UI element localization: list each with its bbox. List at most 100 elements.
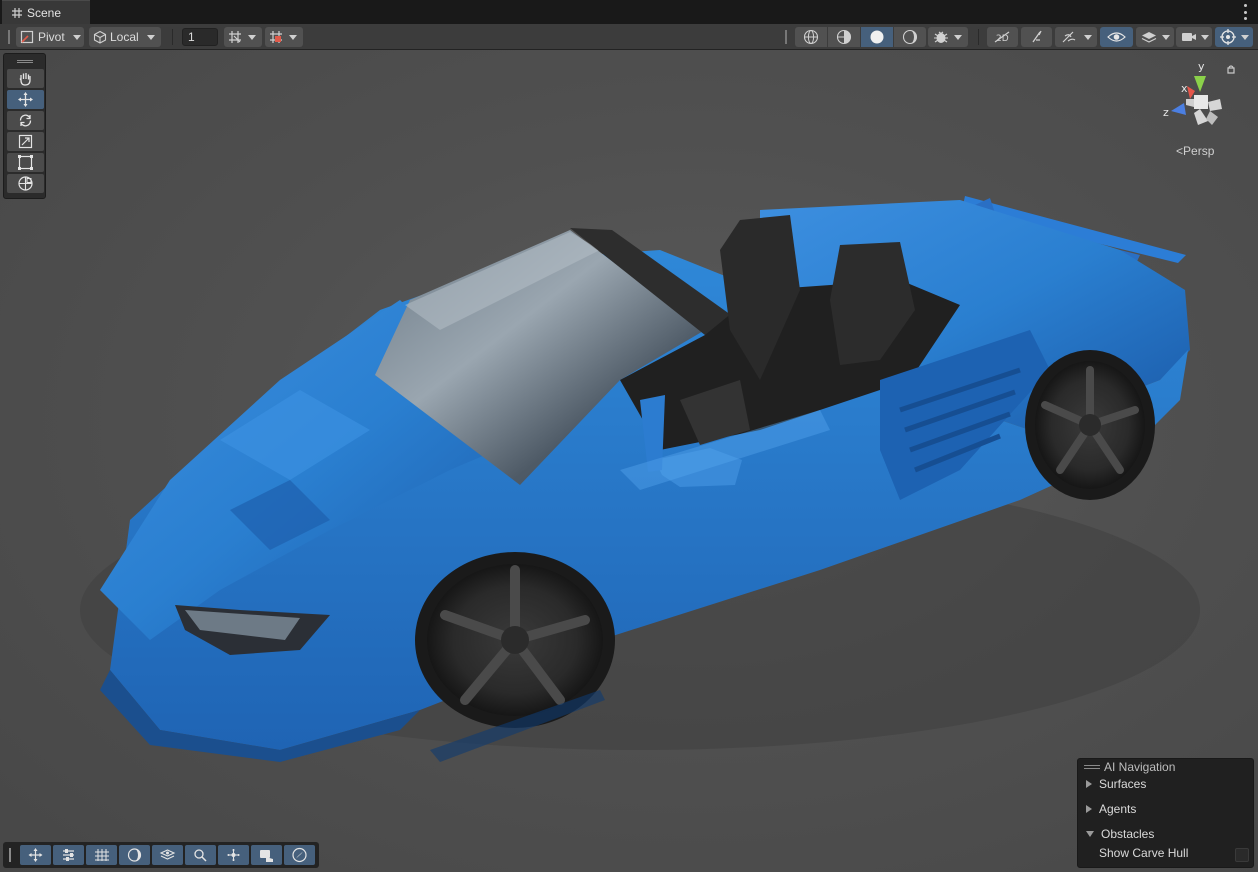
local-label: Local <box>110 30 139 44</box>
ai-navigation-panel: AI Navigation Surfaces Agents Obstacles … <box>1077 758 1254 868</box>
pan-overlay-button[interactable] <box>218 845 249 865</box>
compass-overlay-button[interactable] <box>284 845 315 865</box>
pan-icon <box>227 849 240 861</box>
axis-z-label: z <box>1163 106 1169 119</box>
chevron-right-icon <box>1086 805 1092 813</box>
move-icon <box>18 92 33 107</box>
chevron-down-icon <box>1162 34 1170 40</box>
chevron-down-icon <box>146 34 155 40</box>
wireframe-icon <box>803 29 819 45</box>
more-options-icon[interactable] <box>1242 4 1248 20</box>
sliders-icon <box>63 849 74 861</box>
rotate-tool-button[interactable] <box>7 111 44 130</box>
camera-preview-icon <box>260 850 273 862</box>
grid-icon <box>95 849 109 861</box>
pivot-label: Pivot <box>38 30 65 44</box>
grid-icon <box>12 7 22 18</box>
axis-x-label: x <box>1181 82 1188 95</box>
camera-icon <box>1182 33 1196 41</box>
agents-foldout[interactable]: Agents <box>1086 802 1136 816</box>
projection-label: Persp <box>1183 144 1215 158</box>
2d-toggle-icon: 2D <box>994 31 1010 44</box>
move-overlay-button[interactable] <box>20 845 51 865</box>
palette-grip[interactable] <box>17 60 33 63</box>
pivot-dropdown[interactable]: Pivot <box>16 27 84 47</box>
scale-icon <box>18 134 33 149</box>
increment-snap-icon <box>270 31 282 43</box>
axis-x-cone[interactable] <box>1187 86 1195 99</box>
cube-icon <box>93 30 107 44</box>
scene-toolbar: Pivot Local 1 2D <box>0 24 1258 50</box>
search-overlay-button[interactable] <box>185 845 216 865</box>
shaded-wireframe-icon <box>836 29 852 45</box>
show-carve-hull-row: Show Carve Hull <box>1099 846 1188 860</box>
scale-tool-button[interactable] <box>7 132 44 151</box>
sliders-overlay-button[interactable] <box>53 845 84 865</box>
move-tool-button[interactable] <box>7 90 44 109</box>
axis-y-cone[interactable] <box>1194 76 1206 92</box>
wireframe-button[interactable] <box>795 27 827 47</box>
chevron-down-icon <box>72 34 81 40</box>
svg-text:2D: 2D <box>996 34 1009 44</box>
tool-palette <box>3 53 46 199</box>
shaded-wireframe-button[interactable] <box>828 27 860 47</box>
effects-icon <box>1062 31 1076 43</box>
transform-tool-button[interactable] <box>7 174 44 193</box>
gizmos-dropdown[interactable] <box>1215 27 1253 47</box>
move-icon <box>28 848 43 862</box>
projection-toggle[interactable]: <Persp <box>1176 144 1214 158</box>
show-carve-hull-label: Show Carve Hull <box>1099 846 1189 860</box>
hand-icon <box>19 73 31 86</box>
unlit-icon <box>902 29 918 45</box>
local-dropdown[interactable]: Local <box>89 27 161 47</box>
gizmo-cube[interactable] <box>1194 95 1208 109</box>
chevron-down-icon <box>1084 34 1092 40</box>
navmesh-icon <box>159 849 176 860</box>
overlay-grip[interactable] <box>9 848 11 862</box>
debug-draw-icon <box>934 31 948 43</box>
increment-snap-dropdown[interactable] <box>265 27 303 47</box>
obstacles-label: Obstacles <box>1101 827 1155 841</box>
surfaces-label: Surfaces <box>1099 777 1147 791</box>
search-icon <box>194 849 207 862</box>
lighting-toggle-button[interactable] <box>1021 27 1052 47</box>
grid-size-field[interactable]: 1 <box>182 28 218 46</box>
show-carve-hull-checkbox[interactable] <box>1235 848 1249 862</box>
scene-viewport[interactable]: y x z <Persp <box>0 50 1258 872</box>
camera-dropdown[interactable] <box>1176 27 1212 47</box>
grid-overlay-button[interactable] <box>86 845 117 865</box>
toolbar-grip[interactable] <box>8 30 10 44</box>
layers-dropdown[interactable] <box>1136 27 1174 47</box>
car-model[interactable] <box>0 50 1258 872</box>
debug-draw-dropdown[interactable] <box>928 27 968 47</box>
gizmos-icon <box>1220 29 1236 45</box>
visibility-toggle-button[interactable] <box>1100 27 1133 47</box>
camera-preview-overlay-button[interactable] <box>251 845 282 865</box>
rotate-icon <box>19 114 32 127</box>
effects-dropdown[interactable] <box>1055 27 1097 47</box>
navmesh-overlay-button[interactable] <box>152 845 183 865</box>
shaded-button[interactable] <box>861 27 893 47</box>
grid-snap-dropdown[interactable] <box>224 27 262 47</box>
axis-y-label: y <box>1198 60 1205 73</box>
toolbar-grip[interactable] <box>785 30 787 44</box>
panel-grip[interactable] <box>1084 765 1100 769</box>
compass-icon <box>292 847 307 863</box>
toolbar-divider <box>978 29 979 45</box>
shading-overlay-button[interactable] <box>119 845 150 865</box>
chevron-down-icon <box>1086 831 1094 837</box>
tab-scene[interactable]: Scene <box>2 0 90 24</box>
chevron-down-icon <box>1201 34 1209 40</box>
2d-toggle-button[interactable]: 2D <box>987 27 1018 47</box>
rect-tool-button[interactable] <box>7 153 44 172</box>
surfaces-foldout[interactable]: Surfaces <box>1086 777 1146 791</box>
ai-navigation-title: AI Navigation <box>1104 760 1176 774</box>
lock-icon[interactable] <box>1227 65 1235 74</box>
hand-tool-button[interactable] <box>7 69 44 88</box>
axis-z-cone[interactable] <box>1171 103 1186 115</box>
shading-icon <box>127 848 142 862</box>
toolbar-divider <box>172 29 173 45</box>
obstacles-foldout[interactable]: Obstacles <box>1086 827 1154 841</box>
transform-icon <box>18 176 33 191</box>
unlit-button[interactable] <box>894 27 926 47</box>
